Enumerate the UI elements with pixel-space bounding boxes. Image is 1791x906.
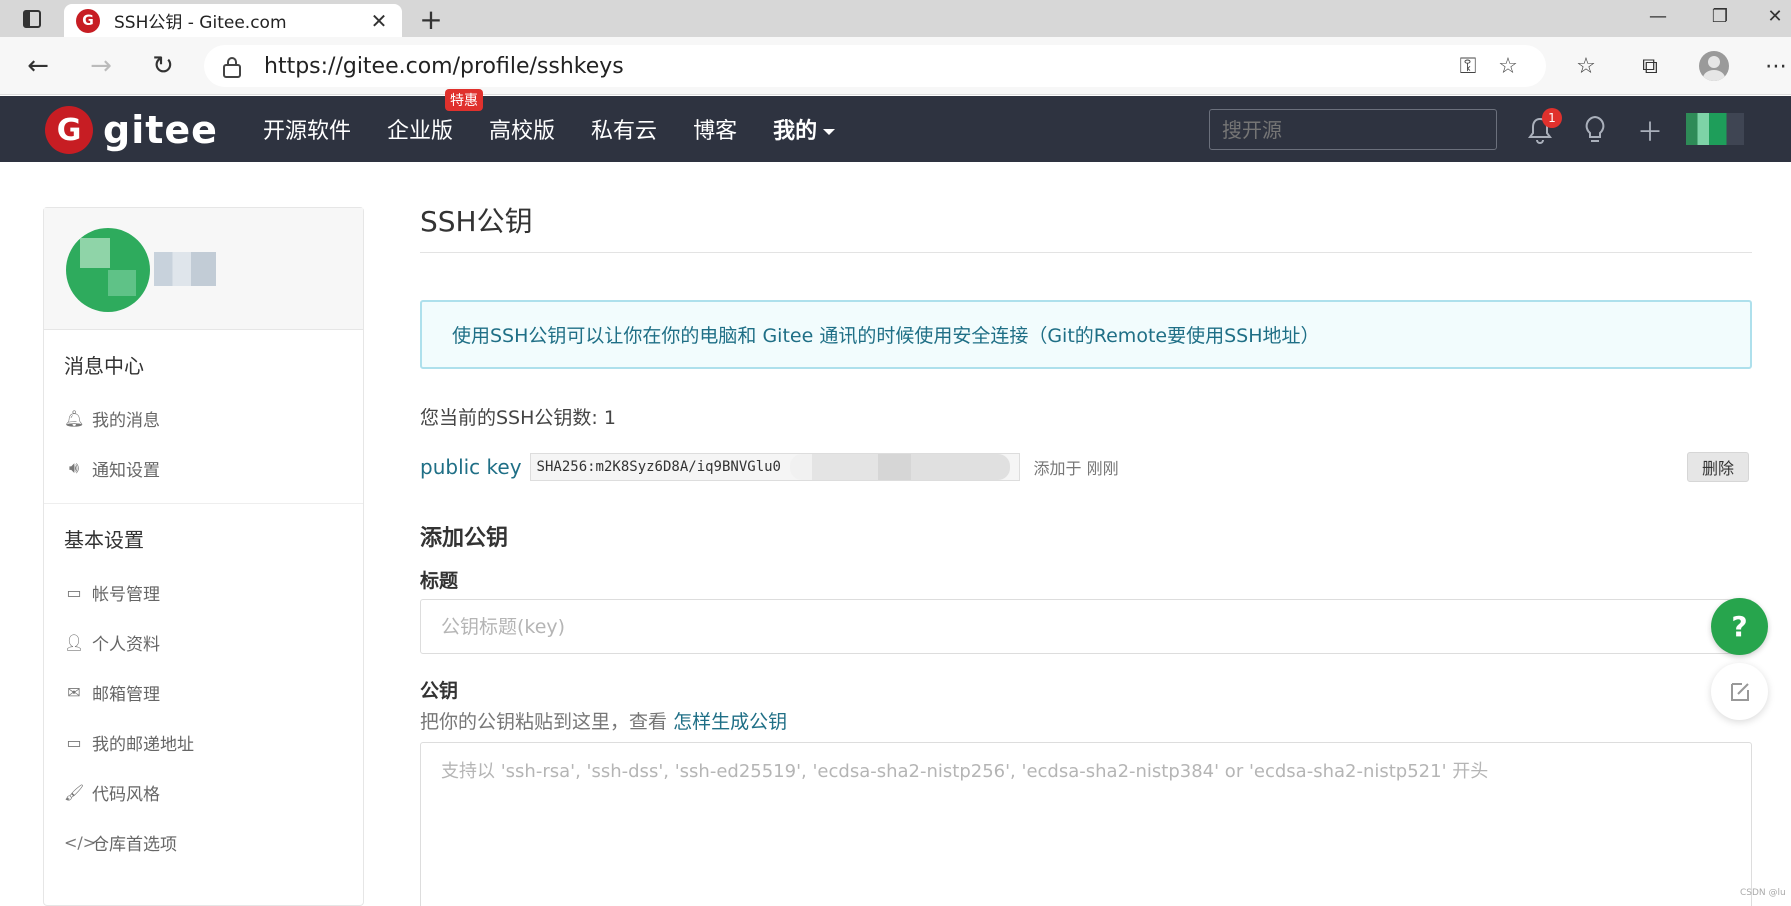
nav-enterprise-label: 企业版 bbox=[387, 119, 454, 144]
page-title: SSH公钥 bbox=[420, 200, 1752, 253]
gitee-favicon-icon: G bbox=[76, 8, 100, 33]
restore-icon[interactable]: ❐ bbox=[1690, 0, 1750, 33]
forward-arrow-icon[interactable]: → bbox=[83, 48, 119, 84]
main-nav: 开源软件 企业版 特惠 高校版 私有云 博客 我的 bbox=[263, 89, 871, 162]
title-field-label: 标题 bbox=[420, 570, 459, 592]
new-tab-plus-icon[interactable]: + bbox=[415, 3, 447, 36]
user-icon: 👤︎ bbox=[64, 632, 85, 652]
gitee-logo-icon: G bbox=[45, 106, 93, 154]
window-close-icon[interactable]: ✕ bbox=[1745, 0, 1791, 33]
watermark: CSDN @lu bbox=[1740, 888, 1786, 898]
add-favorite-star-icon[interactable]: ☆ bbox=[1488, 54, 1528, 79]
code-icon: </> bbox=[64, 832, 97, 852]
back-arrow-icon[interactable]: ← bbox=[20, 48, 56, 84]
bell-icon: 🔔︎ bbox=[64, 408, 85, 428]
gitee-logo[interactable]: G gitee bbox=[45, 106, 218, 154]
address-bar[interactable]: https://gitee.com/profile/sshkeys ⚿ ☆ bbox=[204, 45, 1546, 87]
key-title-input[interactable] bbox=[420, 599, 1752, 654]
nav-mine-label: 我的 bbox=[773, 119, 818, 144]
nav-enterprise[interactable]: 企业版 特惠 bbox=[387, 89, 484, 145]
sidebar-item-label: 仓库首选项 bbox=[92, 834, 177, 855]
create-plus-icon[interactable]: ＋ bbox=[1630, 110, 1670, 150]
sidebar-item-label: 通知设置 bbox=[92, 460, 160, 481]
search-input[interactable] bbox=[1209, 109, 1497, 150]
nav-blog[interactable]: 博客 bbox=[693, 113, 737, 145]
tab-title: SSH公钥 - Gitee.com bbox=[114, 13, 287, 33]
redacted-overlay bbox=[790, 454, 1010, 480]
key-count-text: 您当前的SSH公钥数: 1 bbox=[420, 407, 616, 429]
profile-icon[interactable] bbox=[1696, 48, 1732, 84]
address-card-icon: ▭ bbox=[66, 732, 82, 752]
sidebar-item-label: 我的消息 bbox=[92, 410, 160, 431]
sidebar-item-my-messages[interactable]: 🔔︎ 我的消息 bbox=[44, 393, 363, 443]
key-field-help: 把你的公钥粘贴到这里，查看 怎样生成公钥 bbox=[420, 707, 1752, 734]
ssh-key-row: public key SHA256:m2K8Syz6D8A/iq9BNVGlu0… bbox=[420, 452, 1752, 482]
profile-name-redacted bbox=[154, 252, 216, 286]
site-header: G gitee 开源软件 企业版 特惠 高校版 私有云 博客 我的 1 ＋ bbox=[0, 89, 1791, 162]
profile-card bbox=[44, 208, 363, 330]
key-field-label: 公钥 bbox=[420, 680, 459, 702]
brush-icon: 🖌︎ bbox=[64, 782, 85, 802]
key-added-time: 添加于 刚刚 bbox=[1033, 459, 1119, 478]
sidebar-heading: 基本设置 bbox=[64, 528, 144, 552]
lightbulb-icon[interactable] bbox=[1575, 110, 1615, 150]
nav-open-source[interactable]: 开源软件 bbox=[263, 113, 351, 145]
help-button[interactable]: ? bbox=[1711, 598, 1768, 655]
sidebar-item-label: 个人资料 bbox=[92, 634, 160, 655]
reload-icon[interactable]: ↻ bbox=[145, 48, 181, 84]
sidebar-group-basic-settings: 基本设置 ▭ 帐号管理 👤︎ 个人资料 ✉ 邮箱管理 ▭ 我的邮递地址 🖌︎ 代… bbox=[44, 504, 363, 877]
sidebar-item-label: 帐号管理 bbox=[92, 584, 160, 605]
info-alert: 使用SSH公钥可以让你在你的电脑和 Gitee 通讯的时候使用安全连接（Git的… bbox=[420, 300, 1752, 369]
sidebar-item-code-style[interactable]: 🖌︎ 代码风格 bbox=[44, 767, 363, 817]
nav-education[interactable]: 高校版 bbox=[489, 113, 555, 145]
sidebar-item-address[interactable]: ▭ 我的邮递地址 bbox=[44, 717, 363, 767]
sidebar-item-repo-preferences[interactable]: </> 仓库首选项 bbox=[44, 817, 363, 867]
key-field-help-text: 把你的公钥粘贴到这里，查看 bbox=[420, 711, 668, 733]
browser-tab-active[interactable]: G SSH公钥 - Gitee.com ✕ bbox=[64, 4, 402, 37]
delete-key-button[interactable]: 删除 bbox=[1687, 452, 1749, 482]
sidebar-item-account[interactable]: ▭ 帐号管理 bbox=[44, 567, 363, 617]
collections-icon[interactable]: ⧉ bbox=[1632, 48, 1668, 84]
tab-close-icon[interactable]: ✕ bbox=[368, 9, 390, 33]
sidebar-item-label: 代码风格 bbox=[92, 784, 160, 805]
envelope-icon: ✉ bbox=[67, 682, 81, 702]
add-key-section-title: 添加公钥 bbox=[420, 526, 509, 551]
promo-badge: 特惠 bbox=[445, 89, 484, 111]
sidebar-group-messages: 消息中心 🔔︎ 我的消息 🔊︎ 通知设置 bbox=[44, 330, 363, 504]
tab-actions-icon[interactable] bbox=[8, 5, 56, 33]
sidebar-item-profile[interactable]: 👤︎ 个人资料 bbox=[44, 617, 363, 667]
user-avatar[interactable] bbox=[1686, 113, 1744, 145]
speaker-icon: 🔊︎ bbox=[68, 458, 80, 477]
caret-down-icon bbox=[823, 129, 836, 135]
gitee-logo-text: gitee bbox=[103, 108, 218, 152]
how-to-generate-key-link[interactable]: 怎样生成公钥 bbox=[673, 711, 787, 733]
browser-tab-bar: G SSH公钥 - Gitee.com ✕ + — ❐ ✕ bbox=[0, 0, 1791, 37]
id-card-icon: ▭ bbox=[66, 582, 82, 602]
avatar[interactable] bbox=[66, 228, 150, 312]
sidebar-item-email[interactable]: ✉ 邮箱管理 bbox=[44, 667, 363, 717]
notification-count-badge: 1 bbox=[1542, 108, 1562, 128]
sidebar-item-label: 邮箱管理 bbox=[92, 684, 160, 705]
nav-private-cloud[interactable]: 私有云 bbox=[591, 113, 657, 145]
url-text[interactable]: https://gitee.com/profile/sshkeys bbox=[264, 54, 1448, 79]
key-title-link[interactable]: public key bbox=[420, 455, 522, 479]
sidebar-heading: 消息中心 bbox=[64, 354, 144, 378]
feedback-edit-icon[interactable] bbox=[1711, 663, 1768, 720]
public-key-textarea[interactable] bbox=[420, 742, 1752, 906]
settings-sidebar: 消息中心 🔔︎ 我的消息 🔊︎ 通知设置 基本设置 ▭ 帐号管理 👤︎ 个人资料… bbox=[43, 207, 364, 906]
minimize-icon[interactable]: — bbox=[1628, 0, 1688, 33]
favorites-icon[interactable]: ☆ bbox=[1568, 48, 1604, 84]
key-icon[interactable]: ⚿ bbox=[1448, 54, 1488, 79]
sidebar-item-notification-settings[interactable]: 🔊︎ 通知设置 bbox=[44, 443, 363, 493]
lock-icon bbox=[222, 56, 242, 78]
nav-mine-dropdown[interactable]: 我的 bbox=[773, 113, 836, 145]
main-content: SSH公钥 使用SSH公钥可以让你在你的电脑和 Gitee 通讯的时候使用安全连… bbox=[420, 200, 1752, 906]
notification-bell-icon[interactable]: 1 bbox=[1520, 108, 1562, 150]
more-menu-icon[interactable]: ⋯ bbox=[1758, 48, 1791, 84]
sidebar-item-label: 我的邮递地址 bbox=[92, 734, 194, 755]
browser-toolbar: ← → ↻ https://gitee.com/profile/sshkeys … bbox=[0, 37, 1791, 95]
